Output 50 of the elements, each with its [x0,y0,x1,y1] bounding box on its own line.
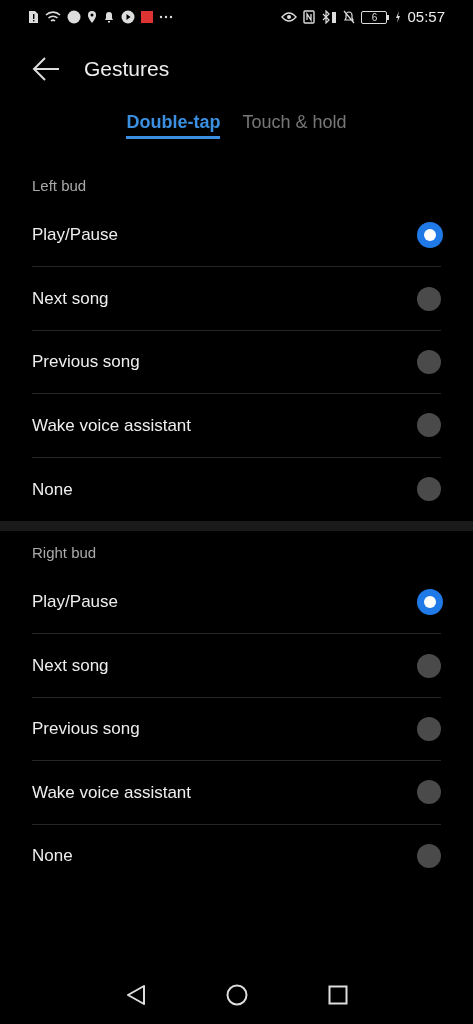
option-row[interactable]: Play/Pause [32,570,441,635]
option-row[interactable]: Previous song [32,697,441,762]
section-label: Left bud [32,175,87,196]
radio-button[interactable] [417,716,441,741]
option-label: Play/Pause [32,591,118,614]
bluetooth-battery-icon [321,10,338,24]
radio-button[interactable] [417,286,441,311]
radio-button[interactable] [417,413,441,438]
option-label: Wake voice assistant [32,781,192,804]
option-row[interactable]: Next song [32,267,441,331]
option-label: Previous song [32,718,140,741]
bell-icon [103,10,115,24]
option-label: Next song [32,287,109,310]
radio-button[interactable] [417,222,443,249]
section-label: Right bud [32,542,97,563]
location-icon [87,10,97,24]
tab[interactable]: Double-tap [126,108,221,139]
option-row[interactable]: Play/Pause [32,204,441,268]
battery-indicator: 6 [361,10,390,24]
option-label: Next song [32,654,109,677]
sim-alert-icon [28,10,39,24]
charging-icon [395,10,402,24]
radio-button[interactable] [417,589,443,616]
wifi-icon [45,10,61,24]
option-row[interactable]: Wake voice assistant [32,761,441,825]
nfc-icon [303,10,316,24]
option-row[interactable]: None [32,824,441,888]
radio-button[interactable] [417,780,441,805]
page-title: Gestures [84,56,170,83]
option-row[interactable]: Next song [32,634,441,698]
back-nav-button[interactable] [125,983,146,1006]
option-label: Wake voice assistant [32,414,192,437]
bell-off-icon [343,10,356,24]
option-row[interactable]: Previous song [32,330,441,395]
radio-button[interactable] [417,844,441,869]
recents-button[interactable] [327,984,348,1005]
option-label: None [32,845,73,868]
option-row[interactable]: None [32,457,441,521]
option-label: Play/Pause [32,224,118,247]
option-label: Previous song [32,351,140,374]
option-row[interactable]: Wake voice assistant [32,394,441,458]
option-label: None [32,478,73,501]
radio-button[interactable] [417,477,441,502]
play-icon [121,10,135,24]
eye-icon [281,10,298,24]
radio-button[interactable] [417,653,441,678]
radio-button[interactable] [417,349,441,374]
tab[interactable]: Touch & hold [242,108,347,139]
clock-time: 05:57 [407,6,445,27]
home-button[interactable] [225,983,248,1006]
